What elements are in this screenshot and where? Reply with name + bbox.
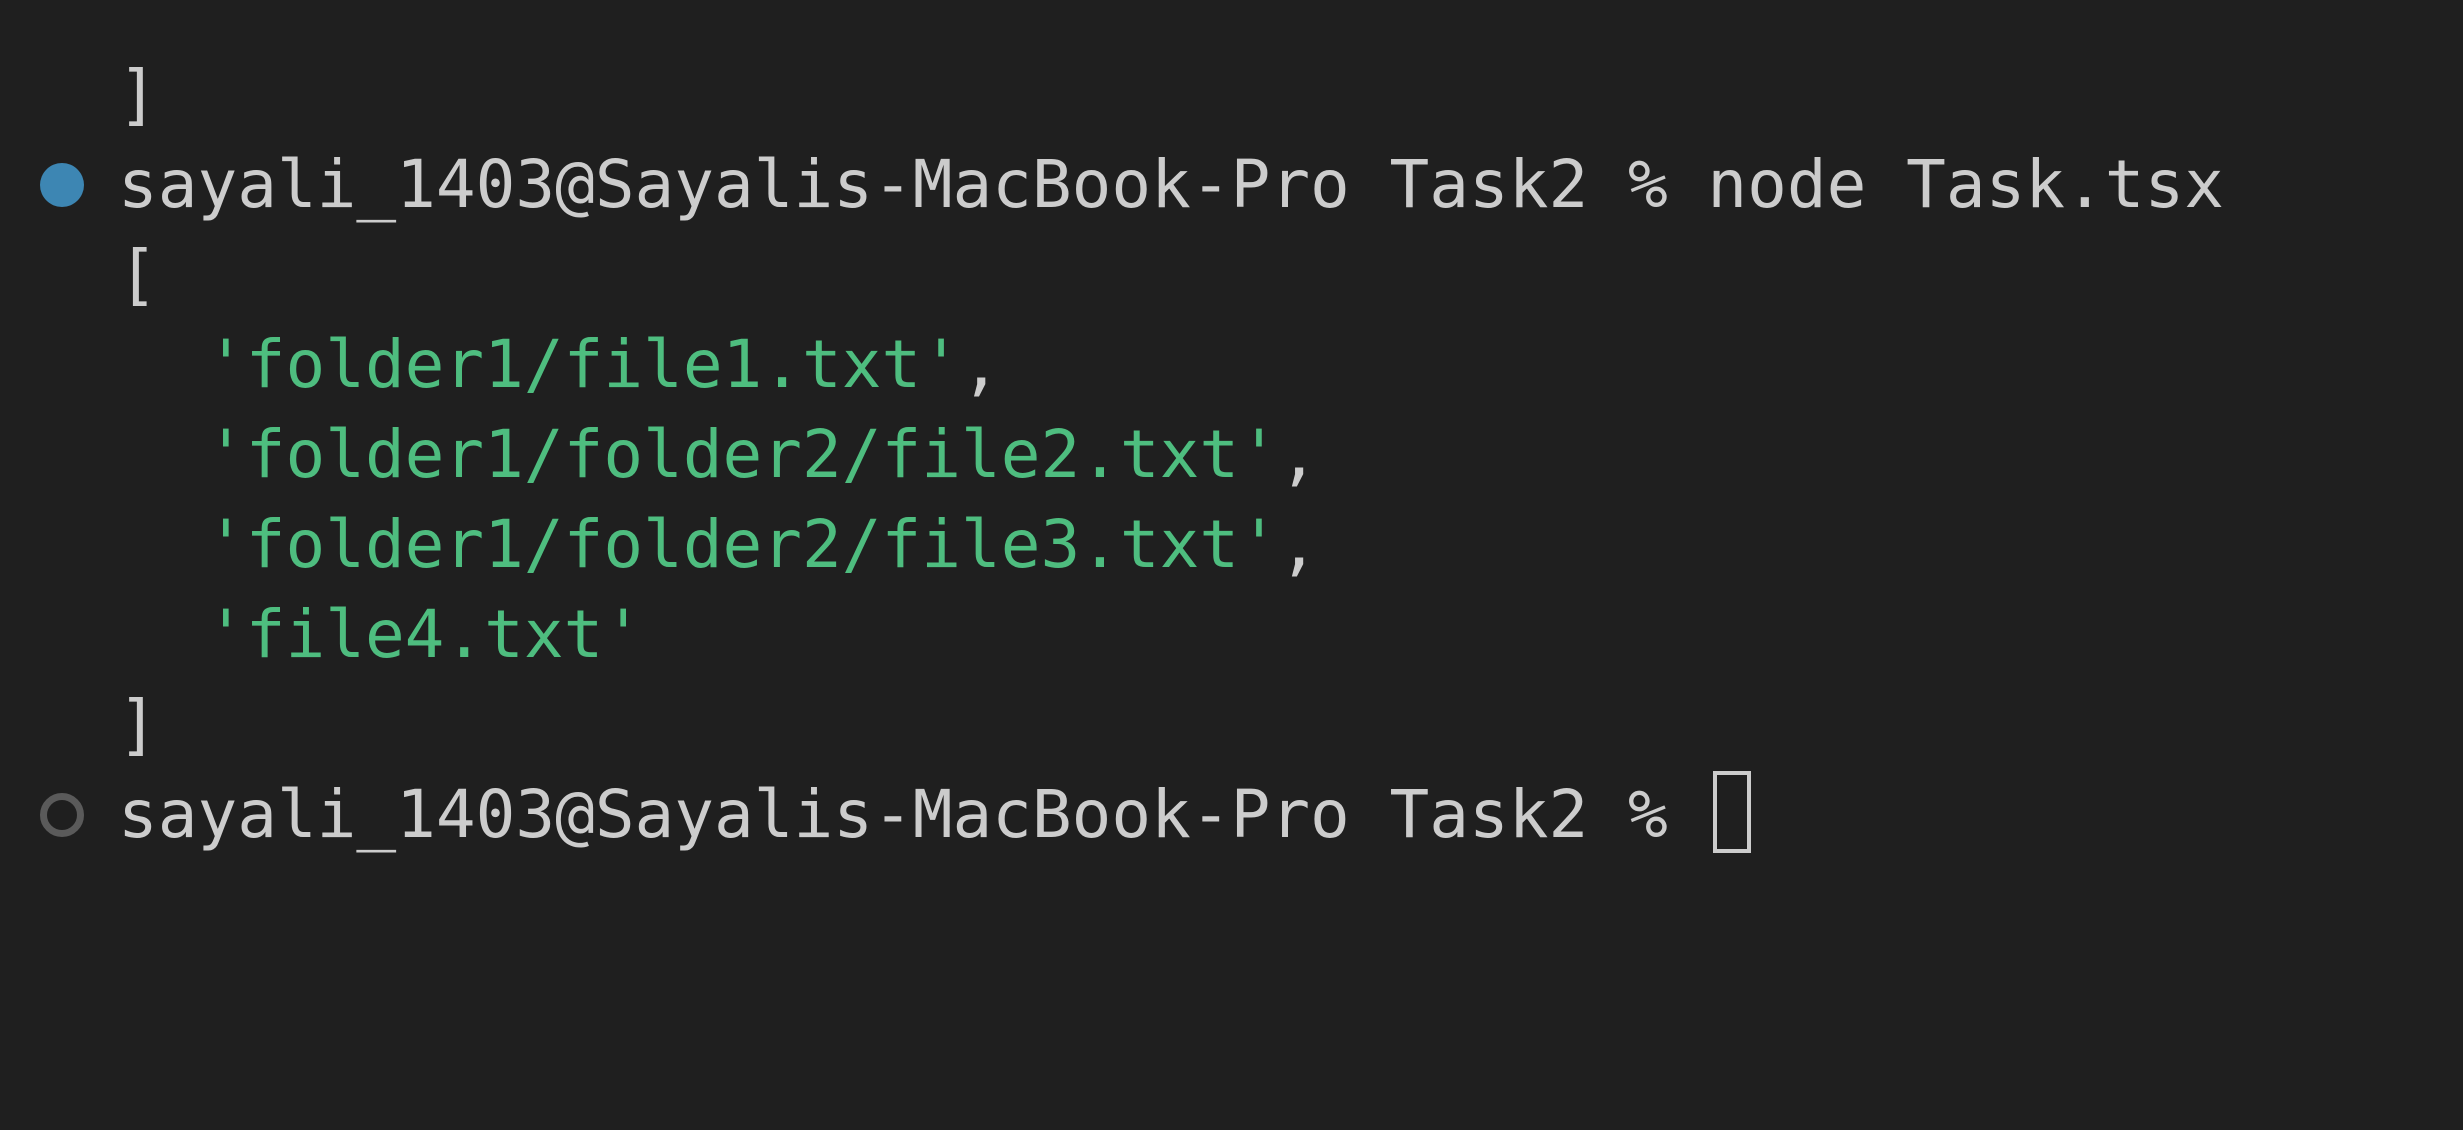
current-prompt: sayali_1403@Sayalis-MacBook-Pro Task2 % [118,770,1752,860]
string-value: 'folder1/file1.txt' [206,326,961,403]
output-line-item: 'folder1/folder2/file2.txt', [0,410,1319,500]
string-value: 'folder1/folder2/file3.txt' [206,506,1279,583]
command-line: sayali_1403@Sayalis-MacBook-Pro Task2 % … [0,140,2224,230]
command-success-decoration-icon[interactable] [40,163,84,207]
terminal-output[interactable]: ] sayali_1403@Sayalis-MacBook-Pro Task2 … [0,0,2463,927]
comma: , [1278,416,1319,493]
close-bracket-text: ] [118,686,158,763]
command-text: sayali_1403@Sayalis-MacBook-Pro Task2 % … [118,140,2224,230]
output-line-close-bracket: ] [0,680,159,770]
output-line-item: 'folder1/folder2/file3.txt', [0,500,1319,590]
output-line-item: 'file4.txt' [0,590,643,680]
array-item: 'folder1/file1.txt', [206,320,1001,410]
array-item: 'folder1/folder2/file2.txt', [206,410,1319,500]
string-value: 'file4.txt' [206,596,644,673]
block-cursor-icon [1713,771,1752,853]
output-line-item: 'folder1/file1.txt', [0,320,1001,410]
array-item: 'folder1/folder2/file3.txt', [206,500,1319,590]
array-item: 'file4.txt' [206,590,643,680]
output-line-open-bracket: [ [0,230,159,320]
string-value: 'folder1/folder2/file2.txt' [206,416,1279,493]
prompt-text: sayali_1403@Sayalis-MacBook-Pro Task2 % [118,146,1708,223]
comma: , [1278,506,1319,583]
close-bracket-text: ] [118,56,158,133]
open-bracket-text: [ [118,236,158,313]
prompt-text: sayali_1403@Sayalis-MacBook-Pro Task2 % [118,776,1708,853]
output-line-close-bracket-previous: ] [0,50,159,140]
command-input-text: node Task.tsx [1707,146,2224,223]
comma: , [960,326,1001,403]
current-prompt-line[interactable]: sayali_1403@Sayalis-MacBook-Pro Task2 % [0,770,1752,860]
command-pending-decoration-icon[interactable] [40,793,84,837]
